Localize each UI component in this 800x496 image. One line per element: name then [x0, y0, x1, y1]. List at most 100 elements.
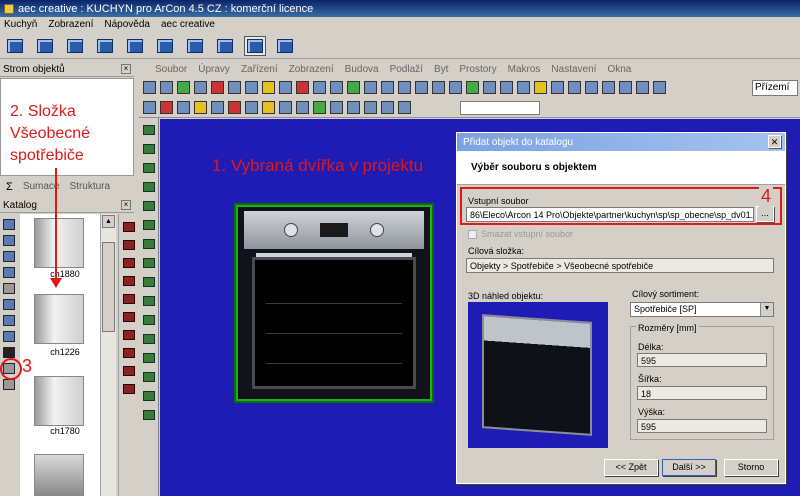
tool-icon[interactable]	[653, 80, 666, 94]
tool-icon[interactable]	[381, 101, 394, 114]
tool-icon[interactable]	[347, 101, 360, 114]
menu-makros[interactable]: Makros	[508, 64, 541, 75]
tool-icon[interactable]	[177, 101, 190, 114]
tool-icon[interactable]	[381, 80, 394, 94]
menu-zobrazeni-2[interactable]: Zobrazení	[289, 64, 334, 75]
tool-icon[interactable]	[143, 334, 155, 344]
tool-icon[interactable]	[143, 201, 155, 211]
tool-icon[interactable]	[262, 101, 275, 114]
tool-icon[interactable]	[143, 353, 155, 363]
tool-icon[interactable]	[143, 277, 155, 287]
tool-icon[interactable]	[143, 101, 156, 114]
dialog-close-button[interactable]: ✕	[768, 135, 781, 148]
tool-icon[interactable]	[279, 80, 292, 94]
tool-icon[interactable]	[585, 80, 598, 94]
tool-icon[interactable]	[636, 80, 649, 94]
tree-panel-close-button[interactable]: ×	[121, 64, 131, 74]
tool-icon[interactable]	[449, 80, 462, 94]
back-button[interactable]: << Zpět	[604, 459, 658, 476]
tool-icon[interactable]	[143, 163, 155, 173]
tool-icon[interactable]	[160, 101, 173, 114]
scroll-up-icon[interactable]: ▲	[102, 215, 115, 228]
tool-icon[interactable]	[123, 240, 135, 250]
tool-icon[interactable]	[534, 80, 547, 94]
catalog-tool-icon-2[interactable]	[3, 235, 15, 246]
tool-icon[interactable]	[245, 101, 258, 114]
tool-icon[interactable]	[551, 80, 564, 94]
tool-icon[interactable]	[228, 101, 241, 114]
tool-icon[interactable]	[245, 80, 258, 94]
open-icon[interactable]	[160, 80, 173, 94]
tool-icon[interactable]	[123, 222, 135, 232]
menu-zarizeni[interactable]: Zařízení	[241, 64, 278, 75]
tool-icon[interactable]	[123, 384, 135, 394]
menu-kuchyn[interactable]: Kuchyň	[4, 19, 37, 30]
menu-byt[interactable]: Byt	[434, 64, 448, 75]
view-button-1[interactable]	[64, 36, 86, 56]
tool-icon[interactable]	[194, 101, 207, 114]
tool-icon[interactable]	[228, 80, 241, 94]
tool-icon[interactable]	[123, 348, 135, 358]
catalog-item-thumbnail[interactable]	[34, 294, 84, 344]
tool-icon[interactable]	[143, 182, 155, 192]
layer-select[interactable]	[460, 101, 540, 115]
tool-icon[interactable]	[330, 80, 343, 94]
print-button[interactable]	[34, 36, 56, 56]
menu-prostory[interactable]: Prostory	[459, 64, 496, 75]
help-button[interactable]	[274, 36, 296, 56]
cancel-button[interactable]: Storno	[724, 459, 778, 476]
tool-icon[interactable]	[347, 80, 360, 94]
tool-icon[interactable]	[568, 80, 581, 94]
catalog-scrollbar[interactable]: ▲	[100, 214, 116, 496]
tool-icon[interactable]	[211, 80, 224, 94]
tool-icon[interactable]	[123, 294, 135, 304]
tool-icon[interactable]	[143, 258, 155, 268]
tool-icon[interactable]	[500, 80, 513, 94]
tool-icon[interactable]	[143, 391, 155, 401]
pointer-icon[interactable]	[143, 125, 155, 135]
tool-icon[interactable]	[123, 366, 135, 376]
tool-icon[interactable]	[466, 80, 479, 94]
tool-icon[interactable]	[143, 410, 155, 420]
tool-icon[interactable]	[123, 258, 135, 268]
catalog-item-label[interactable]: ch1880	[30, 269, 100, 279]
tool-icon[interactable]	[123, 276, 135, 286]
scroll-thumb[interactable]	[102, 242, 115, 332]
catalog-item-label[interactable]: ch1780	[30, 426, 100, 436]
tool-icon[interactable]	[398, 101, 411, 114]
view-button-6[interactable]	[214, 36, 236, 56]
catalog-tool-icon-4[interactable]	[3, 267, 15, 278]
tool-icon[interactable]	[143, 220, 155, 230]
tool-icon[interactable]	[296, 80, 309, 94]
tool-icon[interactable]	[143, 296, 155, 306]
menu-upravy[interactable]: Úpravy	[198, 64, 230, 75]
view-button-4[interactable]	[154, 36, 176, 56]
catalog-panel-close-button[interactable]: ×	[121, 200, 131, 210]
catalog-tool-icon-8[interactable]	[3, 331, 15, 342]
search-icon[interactable]	[398, 80, 411, 94]
tab-sumace[interactable]: Sumace	[23, 181, 60, 192]
catalog-item-thumbnail[interactable]	[34, 376, 84, 426]
tool-icon[interactable]	[296, 101, 309, 114]
view-button-2[interactable]	[94, 36, 116, 56]
menu-budova[interactable]: Budova	[345, 64, 379, 75]
catalog-tool-icon-6[interactable]	[3, 299, 15, 310]
catalog-tool-icon-5[interactable]	[3, 283, 15, 294]
chevron-down-icon[interactable]: ▼	[760, 303, 773, 316]
tool-icon[interactable]	[483, 80, 496, 94]
tool-icon[interactable]	[313, 101, 326, 114]
tool-icon[interactable]	[517, 80, 530, 94]
open-project-button[interactable]	[4, 36, 26, 56]
assortment-select[interactable]: Spotřebiče [SP] ▼	[630, 302, 774, 317]
tool-icon[interactable]	[262, 80, 275, 94]
tool-icon[interactable]	[123, 312, 135, 322]
menu-zobrazeni[interactable]: Zobrazení	[48, 19, 93, 30]
add-to-catalog-icon[interactable]	[3, 347, 15, 358]
tool-icon[interactable]	[143, 315, 155, 325]
delete-icon[interactable]	[3, 379, 15, 390]
tool-icon[interactable]	[211, 101, 224, 114]
tool-icon[interactable]	[177, 80, 190, 94]
view-mode-select[interactable]: Přízemí	[752, 80, 798, 96]
view-button-3[interactable]	[124, 36, 146, 56]
tool-icon[interactable]	[602, 80, 615, 94]
